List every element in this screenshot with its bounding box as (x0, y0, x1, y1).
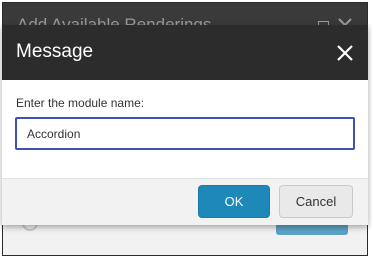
ok-button[interactable]: OK (198, 185, 270, 218)
background-window-button[interactable] (276, 225, 348, 235)
dialog-header: Message (2, 25, 368, 80)
message-dialog: Message Enter the module name: OK Cancel (2, 25, 368, 225)
dialog-body: Enter the module name: (2, 80, 368, 178)
dialog-footer: OK Cancel (2, 178, 368, 225)
module-name-input[interactable] (15, 117, 355, 150)
dialog-title: Message (16, 41, 94, 62)
cancel-button[interactable]: Cancel (279, 185, 353, 218)
module-name-label: Enter the module name: (16, 96, 145, 110)
close-icon[interactable] (336, 44, 354, 62)
